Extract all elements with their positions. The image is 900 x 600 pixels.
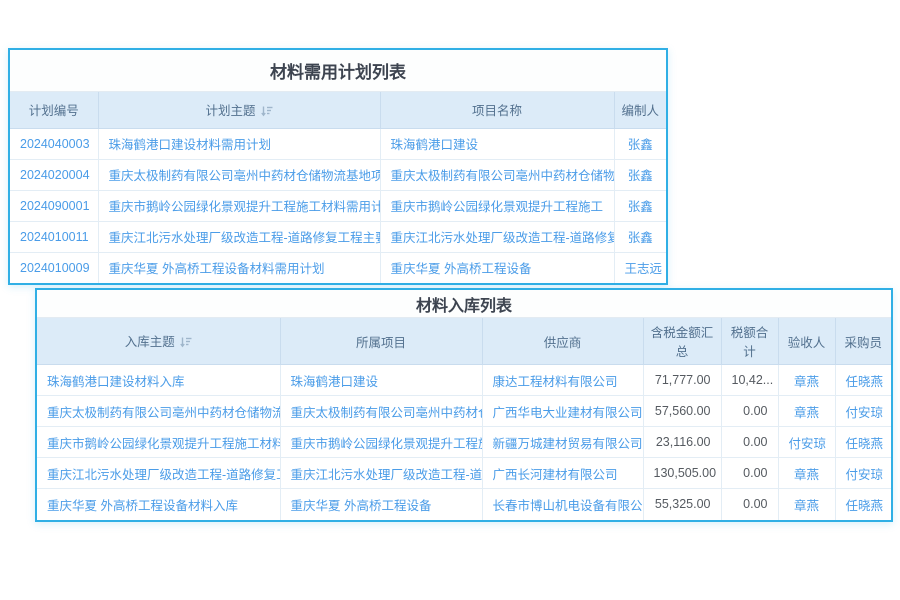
inbound-inspector-link[interactable]: 章燕 <box>778 365 835 396</box>
plan-project-link[interactable]: 重庆江北污水处理厂级改造工程-道路修复工程 <box>380 221 614 252</box>
inbound-buyer-link[interactable]: 任晓燕 <box>835 365 891 396</box>
plan-project-link[interactable]: 珠海鹤港口建设 <box>380 128 614 159</box>
inbound-supplier-link[interactable]: 广西华电大业建材有限公司 <box>482 396 643 427</box>
plan-no-link[interactable]: 2024010009 <box>10 252 98 283</box>
plan-subject-link[interactable]: 重庆市鹅岭公园绿化景观提升工程施工材料需用计划 <box>98 190 380 221</box>
inbound-amount-value: 71,777.00 <box>643 365 721 396</box>
inbound-table-row: 重庆市鹅岭公园绿化景观提升工程施工材料入库 重庆市鹅岭公园绿化景观提升工程施工 … <box>37 427 891 458</box>
inbound-supplier-link[interactable]: 新疆万城建材贸易有限公司 <box>482 427 643 458</box>
inbound-table-row: 重庆江北污水处理厂级改造工程-道路修复工程... 重庆江北污水处理厂级改造工程-… <box>37 458 891 489</box>
inbound-tax-value: 0.00 <box>721 427 778 458</box>
inbound-inspector-link[interactable]: 章燕 <box>778 458 835 489</box>
inbound-buyer-link[interactable]: 任晓燕 <box>835 427 891 458</box>
inbound-subject-link[interactable]: 珠海鹤港口建设材料入库 <box>37 365 280 396</box>
inbound-buyer-link[interactable]: 任晓燕 <box>835 489 891 520</box>
inbound-col-header-tax: 税额合计 <box>721 318 778 365</box>
inbound-project-link[interactable]: 重庆江北污水处理厂级改造工程-道路... <box>280 458 482 489</box>
inbound-table-row: 重庆太极制药有限公司亳州中药材仓储物流基... 重庆太极制药有限公司亳州中药材仓… <box>37 396 891 427</box>
inbound-project-link[interactable]: 珠海鹤港口建设 <box>280 365 482 396</box>
inbound-tax-value: 0.00 <box>721 458 778 489</box>
plan-table-row: 2024010011 重庆江北污水处理厂级改造工程-道路修复工程主要材料 重庆江… <box>10 221 666 252</box>
plan-table-title: 材料需用计划列表 <box>10 50 666 92</box>
plan-table: 计划编号 计划主题 项目名称 编制人 2024040003 珠海鹤港口建设材料需… <box>10 92 666 283</box>
plan-project-link[interactable]: 重庆太极制药有限公司亳州中药材仓储物流... <box>380 159 614 190</box>
inbound-table-row: 重庆华夏 外高桥工程设备材料入库 重庆华夏 外高桥工程设备 长春市博山机电设备有… <box>37 489 891 520</box>
inbound-supplier-link[interactable]: 广西长河建材有限公司 <box>482 458 643 489</box>
inbound-inspector-link[interactable]: 付安琼 <box>778 427 835 458</box>
plan-compiler-link[interactable]: 张鑫 <box>614 221 666 252</box>
inbound-col-header-buyer: 采购员 <box>835 318 891 365</box>
inbound-tax-value: 10,42... <box>721 365 778 396</box>
inbound-col-header-project: 所属项目 <box>280 318 482 365</box>
plan-table-header-row: 计划编号 计划主题 项目名称 编制人 <box>10 92 666 128</box>
plan-col-header-plan-no: 计划编号 <box>10 92 98 128</box>
inbound-tax-value: 0.00 <box>721 396 778 427</box>
inbound-table-header-row: 入库主题 所属项目 供应商 含税金额汇总 税额合计 验收人 采购员 <box>37 318 891 365</box>
inbound-subject-link[interactable]: 重庆市鹅岭公园绿化景观提升工程施工材料入库 <box>37 427 280 458</box>
inbound-subject-link[interactable]: 重庆太极制药有限公司亳州中药材仓储物流基... <box>37 396 280 427</box>
inbound-col-header-inspector: 验收人 <box>778 318 835 365</box>
plan-no-link[interactable]: 2024090001 <box>10 190 98 221</box>
plan-no-link[interactable]: 2024010011 <box>10 221 98 252</box>
plan-compiler-link[interactable]: 王志远 <box>614 252 666 283</box>
inbound-project-link[interactable]: 重庆华夏 外高桥工程设备 <box>280 489 482 520</box>
plan-col-header-project: 项目名称 <box>380 92 614 128</box>
sort-descending-icon[interactable] <box>180 336 192 351</box>
inbound-amount-value: 57,560.00 <box>643 396 721 427</box>
plan-project-link[interactable]: 重庆华夏 外高桥工程设备 <box>380 252 614 283</box>
inbound-table-title: 材料入库列表 <box>37 290 891 318</box>
inbound-amount-value: 55,325.00 <box>643 489 721 520</box>
plan-col-header-subject[interactable]: 计划主题 <box>98 92 380 128</box>
inbound-col-header-supplier: 供应商 <box>482 318 643 365</box>
plan-no-link[interactable]: 2024040003 <box>10 128 98 159</box>
inbound-col-header-subject[interactable]: 入库主题 <box>37 318 280 365</box>
plan-table-row: 2024010009 重庆华夏 外高桥工程设备材料需用计划 重庆华夏 外高桥工程… <box>10 252 666 283</box>
plan-subject-link[interactable]: 珠海鹤港口建设材料需用计划 <box>98 128 380 159</box>
inbound-inspector-link[interactable]: 章燕 <box>778 489 835 520</box>
inbound-subject-link[interactable]: 重庆华夏 外高桥工程设备材料入库 <box>37 489 280 520</box>
inbound-buyer-link[interactable]: 付安琼 <box>835 396 891 427</box>
inbound-table-row: 珠海鹤港口建设材料入库 珠海鹤港口建设 康达工程材料有限公司 71,777.00… <box>37 365 891 396</box>
inbound-table: 入库主题 所属项目 供应商 含税金额汇总 税额合计 验收人 采购员 珠海鹤港口建… <box>37 318 891 520</box>
inbound-supplier-link[interactable]: 长春市博山机电设备有限公司 <box>482 489 643 520</box>
material-demand-plan-panel: 材料需用计划列表 计划编号 计划主题 项目名称 编制人 2024040003 珠… <box>8 48 668 285</box>
inbound-project-link[interactable]: 重庆市鹅岭公园绿化景观提升工程施工 <box>280 427 482 458</box>
plan-compiler-link[interactable]: 张鑫 <box>614 190 666 221</box>
inbound-inspector-link[interactable]: 章燕 <box>778 396 835 427</box>
plan-compiler-link[interactable]: 张鑫 <box>614 128 666 159</box>
sort-descending-icon[interactable] <box>261 105 273 120</box>
plan-col-header-compiler: 编制人 <box>614 92 666 128</box>
plan-table-row: 2024020004 重庆太极制药有限公司亳州中药材仓储物流基地项目... 重庆… <box>10 159 666 190</box>
plan-no-link[interactable]: 2024020004 <box>10 159 98 190</box>
inbound-amount-value: 130,505.00 <box>643 458 721 489</box>
inbound-project-link[interactable]: 重庆太极制药有限公司亳州中药材仓... <box>280 396 482 427</box>
inbound-buyer-link[interactable]: 付安琼 <box>835 458 891 489</box>
plan-table-row: 2024090001 重庆市鹅岭公园绿化景观提升工程施工材料需用计划 重庆市鹅岭… <box>10 190 666 221</box>
inbound-tax-value: 0.00 <box>721 489 778 520</box>
plan-subject-link[interactable]: 重庆江北污水处理厂级改造工程-道路修复工程主要材料 <box>98 221 380 252</box>
inbound-supplier-link[interactable]: 康达工程材料有限公司 <box>482 365 643 396</box>
material-inbound-panel: 材料入库列表 入库主题 所属项目 供应商 含税金额汇总 税额合计 验收人 采购员… <box>35 288 893 522</box>
plan-subject-link[interactable]: 重庆华夏 外高桥工程设备材料需用计划 <box>98 252 380 283</box>
inbound-col-header-amount: 含税金额汇总 <box>643 318 721 365</box>
plan-project-link[interactable]: 重庆市鹅岭公园绿化景观提升工程施工 <box>380 190 614 221</box>
inbound-amount-value: 23,116.00 <box>643 427 721 458</box>
plan-subject-link[interactable]: 重庆太极制药有限公司亳州中药材仓储物流基地项目... <box>98 159 380 190</box>
plan-table-row: 2024040003 珠海鹤港口建设材料需用计划 珠海鹤港口建设 张鑫 <box>10 128 666 159</box>
inbound-subject-link[interactable]: 重庆江北污水处理厂级改造工程-道路修复工程... <box>37 458 280 489</box>
plan-compiler-link[interactable]: 张鑫 <box>614 159 666 190</box>
